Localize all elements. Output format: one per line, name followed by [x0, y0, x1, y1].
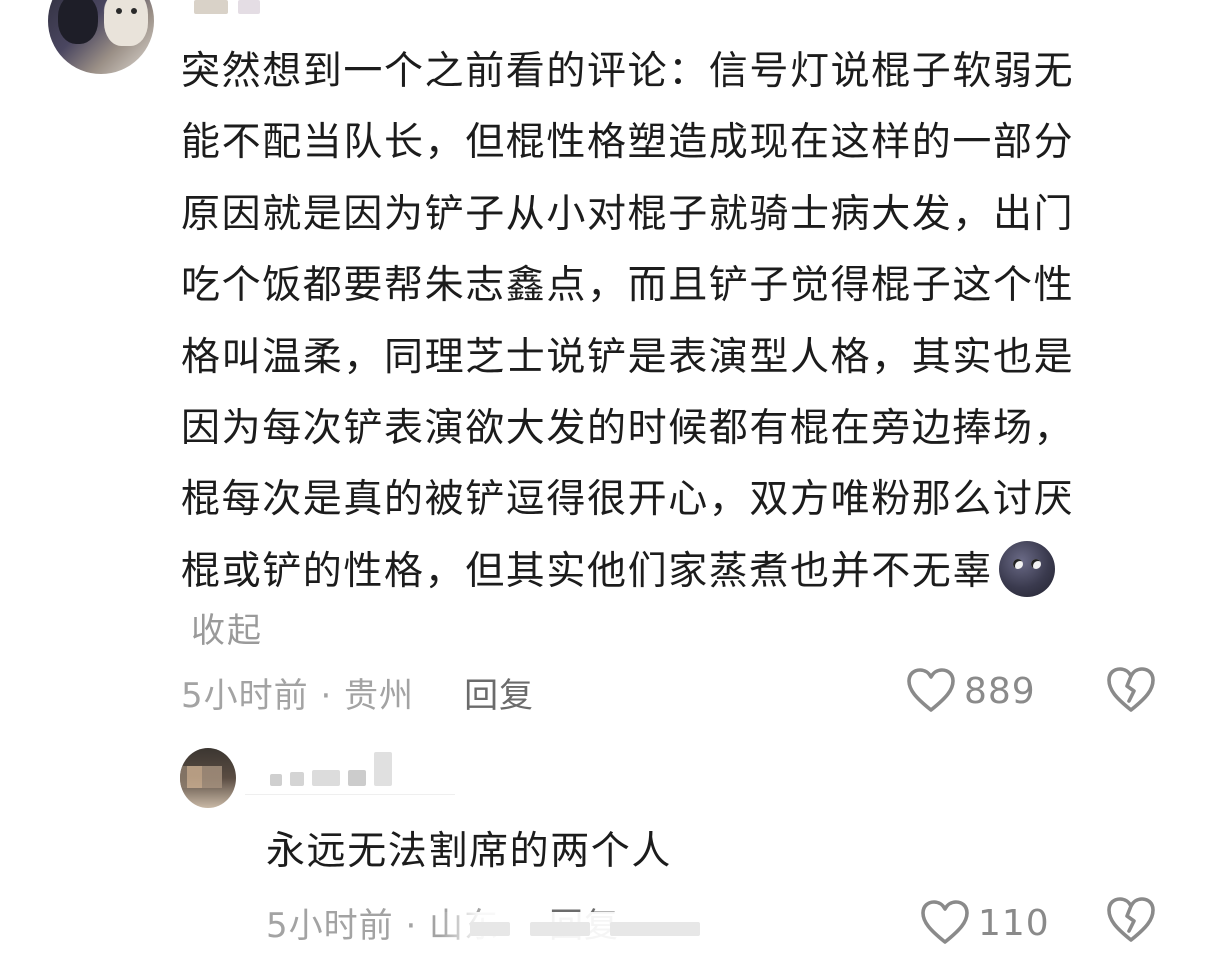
broken-heart-icon[interactable] [1106, 896, 1156, 944]
collapse-button[interactable]: 收起 [191, 609, 263, 653]
timestamp-location: 5小时前 · 贵州 [181, 675, 415, 716]
like-count: 110 [978, 902, 1050, 944]
reply-avatar[interactable] [180, 748, 236, 808]
avatar[interactable] [48, 0, 154, 74]
comment-line: 因为每次铲表演欲大发的时候都有棍在旁边捧场， [181, 406, 1075, 452]
new-moon-face-icon [999, 541, 1056, 598]
comment-text: 突然想到一个之前看的评论：信号灯说棍子软弱无 能不配当队长，但棍性格塑造成现在这… [181, 36, 1161, 607]
divider [245, 794, 455, 795]
comment-line: 格叫温柔，同理芝士说铲是表演型人格，其实也是 [181, 334, 1075, 380]
like-button[interactable]: 889 [906, 664, 1036, 718]
broken-heart-icon[interactable] [1106, 666, 1156, 714]
avatar-cat-figure [58, 0, 98, 44]
heart-outline-icon [920, 900, 970, 946]
username-redacted[interactable] [194, 0, 260, 14]
comment-line: 吃个饭都要帮朱志鑫点，而且铲子觉得棍子这个性 [181, 263, 1075, 309]
comment-line: 突然想到一个之前看的评论：信号灯说棍子软弱无 [181, 49, 1075, 94]
reply-comment-text: 永远无法割席的两个人 [266, 829, 673, 874]
reply-username-redacted[interactable] [270, 752, 392, 786]
avatar-hamster-figure [104, 0, 148, 46]
comment-line: 棍每次是真的被铲逗得很开心，双方唯粉那么讨厌 [181, 477, 1075, 523]
comment-meta: 5小时前 · 贵州 回复 [181, 668, 534, 716]
avatar-mosaic [180, 766, 222, 788]
like-count: 889 [964, 670, 1036, 712]
heart-outline-icon [906, 668, 956, 714]
comment-line: 棍或铲的性格，但其实他们家蒸煮也并不无辜 [181, 548, 994, 594]
reply-like-button[interactable]: 110 [920, 896, 1050, 950]
comment-line: 原因就是因为铲子从小对棍子就骑士病大发，出门 [181, 191, 1075, 237]
comment-line: 能不配当队长，但棍性格塑造成现在这样的一部分 [181, 120, 1075, 166]
watermark-overlay [440, 912, 760, 946]
reply-button[interactable]: 回复 [464, 668, 534, 717]
